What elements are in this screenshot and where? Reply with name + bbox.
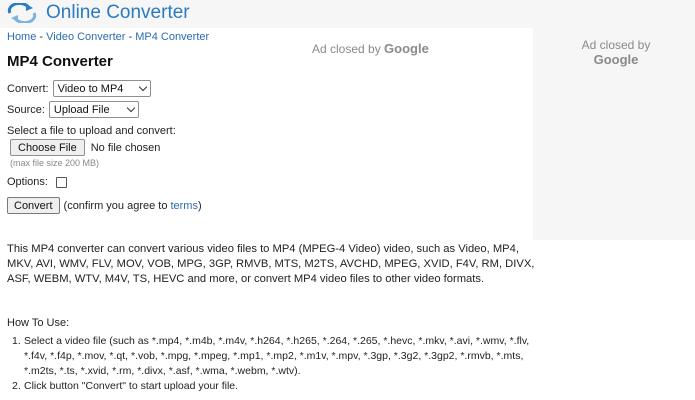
step-number: 2. xyxy=(12,380,21,392)
how-to-step: 2. Click button "Convert" to start uploa… xyxy=(7,379,537,394)
center-ad-box xyxy=(240,28,533,236)
breadcrumb-video-converter-link[interactable]: Video Converter xyxy=(46,31,125,43)
chevron-down-icon xyxy=(138,82,147,91)
breadcrumb-separator: - xyxy=(125,31,136,43)
step-text: Select a video file (such as *.mp4, *.m4… xyxy=(24,335,530,377)
right-ad-line2: Google xyxy=(593,52,639,67)
step-text: Click button "Convert" to start upload y… xyxy=(24,380,239,392)
breadcrumb: Home - Video Converter - MP4 Converter xyxy=(7,31,209,43)
terms-link[interactable]: terms xyxy=(170,200,198,212)
breadcrumb-separator: - xyxy=(36,31,47,43)
convert-type-value: Video to MP4 xyxy=(57,82,124,95)
source-label: Source: xyxy=(7,103,45,116)
how-to-steps: 1. Select a video file (such as *.mp4, *… xyxy=(7,334,537,394)
options-checkbox[interactable] xyxy=(55,176,67,188)
convert-button[interactable]: Convert xyxy=(7,197,60,214)
max-file-size-note: (max file size 200 MB) xyxy=(10,158,100,168)
file-input-row: Choose File No file chosen xyxy=(7,139,160,156)
center-ad-placeholder: Ad closed by Google xyxy=(312,41,429,56)
source-value: Upload File xyxy=(53,103,110,116)
breadcrumb-mp4-converter-link[interactable]: MP4 Converter xyxy=(135,31,209,43)
converter-description: This MP4 converter can convert various v… xyxy=(7,243,535,285)
how-to-title: How To Use: xyxy=(7,317,70,329)
source-select[interactable]: Upload File xyxy=(48,101,139,118)
options-row: Options: xyxy=(7,176,67,188)
page-title: MP4 Converter xyxy=(7,53,113,70)
how-to-step: 1. Select a video file (such as *.mp4, *… xyxy=(7,334,537,379)
source-row: Source: Upload File xyxy=(7,101,139,118)
center-ad-prefix: Ad closed by xyxy=(312,42,385,56)
convert-label: Convert: xyxy=(7,82,49,95)
confirm-close: ) xyxy=(197,199,202,212)
site-logo-text[interactable]: Online Converter xyxy=(46,2,190,24)
breadcrumb-home-link[interactable]: Home xyxy=(7,31,36,43)
no-file-chosen-text: No file chosen xyxy=(90,141,161,154)
right-ad-placeholder: Ad closed by Google xyxy=(552,38,680,67)
convert-type-select[interactable]: Video to MP4 xyxy=(52,80,151,97)
convert-action-row: Convert (confirm you agree to terms ) xyxy=(7,197,202,214)
options-label: Options: xyxy=(7,176,48,188)
step-number: 1. xyxy=(12,335,21,347)
choose-file-button[interactable]: Choose File xyxy=(10,139,85,156)
confirm-text: (confirm you agree to xyxy=(63,199,168,212)
right-ad-line1: Ad closed by xyxy=(581,38,651,52)
chevron-down-icon xyxy=(126,103,136,112)
convert-row: Convert: Video to MP4 xyxy=(7,80,151,97)
converter-arrows-icon[interactable] xyxy=(7,3,37,23)
center-ad-brand: Google xyxy=(384,41,429,56)
select-file-prompt: Select a file to upload and convert: xyxy=(7,125,176,137)
